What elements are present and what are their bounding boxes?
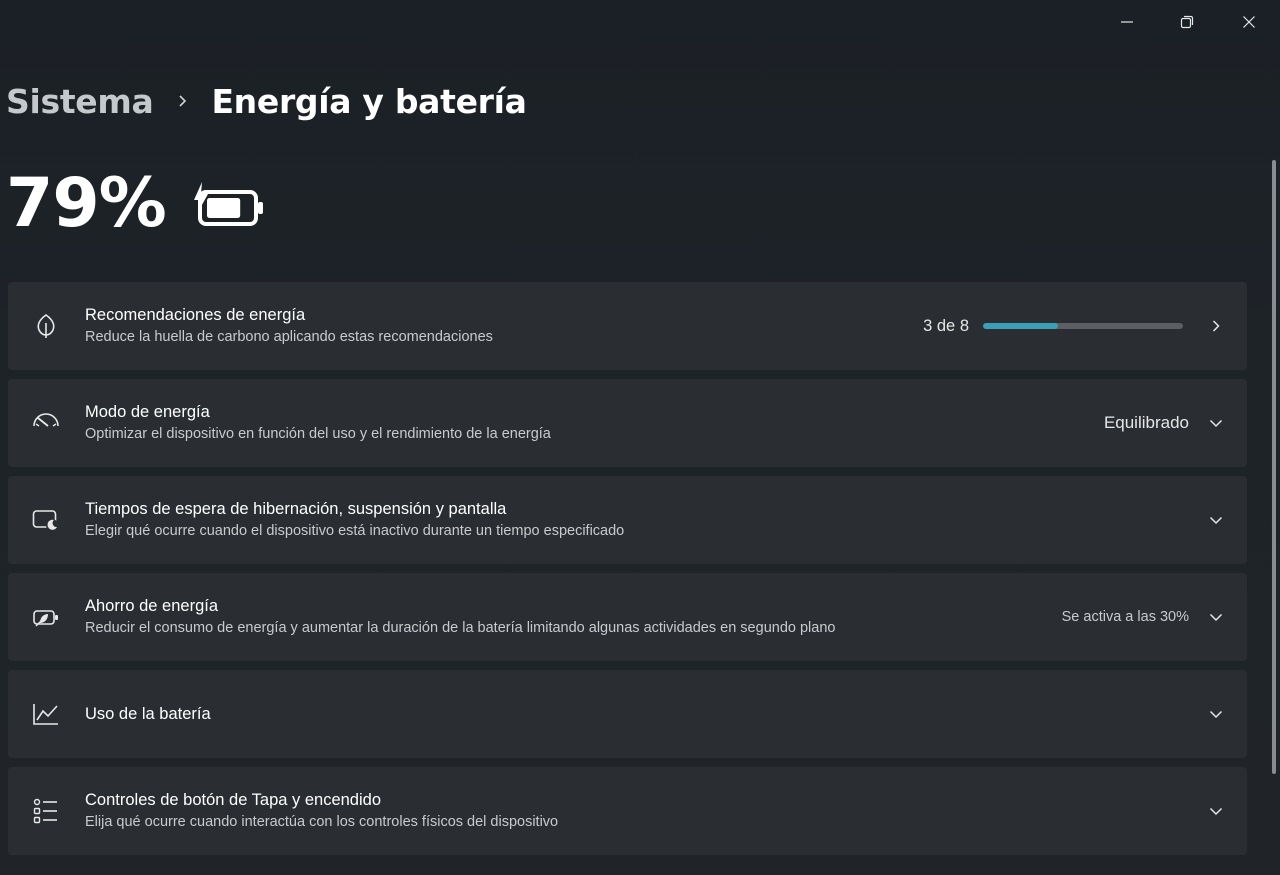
card-right	[1203, 798, 1229, 824]
progress-fill	[983, 323, 1058, 329]
close-icon	[1243, 16, 1255, 28]
card-subtitle: Reduce la huella de carbono aplicando es…	[85, 329, 493, 345]
card-title: Recomendaciones de energía	[85, 306, 306, 324]
sleep-timeouts-card[interactable]: Tiempos de espera de hibernación, suspen…	[8, 476, 1247, 564]
card-text: Tiempos de espera de hibernación, suspen…	[85, 498, 624, 542]
battery-saver-icon	[32, 603, 60, 631]
card-subtitle: Optimizar el dispositivo en función del …	[85, 426, 551, 442]
energy-saver-status: Se activa a las 30%	[1061, 609, 1189, 625]
gauge-icon	[32, 409, 60, 437]
card-title: Ahorro de energía	[85, 597, 219, 615]
card-right: Se activa a las 30%	[1062, 604, 1229, 630]
chevron-right-icon[interactable]	[1203, 313, 1229, 339]
chevron-right-icon	[177, 94, 189, 108]
card-text: Recomendaciones de energía Reduce la hue…	[85, 304, 493, 348]
leaf-icon	[32, 312, 60, 340]
power-mode-card[interactable]: Modo de energía Optimizar el dispositivo…	[8, 379, 1247, 467]
minimize-icon	[1121, 21, 1133, 23]
restore-icon	[1180, 15, 1194, 29]
card-title: Tiempos de espera de hibernación, suspen…	[85, 500, 507, 518]
card-right	[1203, 507, 1229, 533]
restore-button[interactable]	[1156, 0, 1218, 44]
card-title: Controles de botón de Tapa y encendido	[85, 791, 382, 809]
breadcrumb: Sistema Energía y batería	[6, 78, 527, 124]
settings-window: Sistema Energía y batería 79% Recomendac…	[0, 0, 1280, 875]
card-text: Ahorro de energía Reducir el consumo de …	[85, 595, 835, 639]
chevron-down-icon[interactable]	[1203, 798, 1229, 824]
card-subtitle: Reducir el consumo de energía y aumentar…	[85, 620, 836, 636]
card-subtitle: Elija qué ocurre cuando interactúa con l…	[85, 814, 559, 830]
chevron-down-icon[interactable]	[1203, 701, 1229, 727]
card-text: Controles de botón de Tapa y encendido E…	[85, 789, 558, 833]
lid-power-controls-card[interactable]: Controles de botón de Tapa y encendido E…	[8, 767, 1247, 855]
battery-charging-icon	[192, 180, 266, 232]
energy-recommendations-card[interactable]: Recomendaciones de energía Reduce la hue…	[8, 282, 1247, 370]
screen-sleep-icon	[32, 506, 60, 534]
power-mode-value: Equilibrado	[1103, 413, 1189, 432]
settings-list: Recomendaciones de energía Reduce la hue…	[8, 282, 1247, 864]
recommendations-count: 3 de 8	[923, 316, 969, 335]
card-right	[1203, 701, 1229, 727]
power-mode-dropdown[interactable]: Equilibrado	[1104, 410, 1229, 436]
battery-percent: 79%	[6, 164, 167, 243]
close-button[interactable]	[1218, 0, 1280, 44]
battery-summary: 79%	[6, 164, 266, 244]
card-title: Uso de la batería	[85, 705, 211, 723]
chevron-down-icon[interactable]	[1203, 410, 1229, 436]
list-settings-icon	[32, 797, 60, 825]
chart-line-icon	[32, 700, 60, 728]
card-text: Modo de energía Optimizar el dispositivo…	[85, 401, 551, 445]
energy-saver-card[interactable]: Ahorro de energía Reducir el consumo de …	[8, 573, 1247, 661]
page-title: Energía y batería	[211, 81, 527, 121]
chevron-down-icon[interactable]	[1203, 507, 1229, 533]
vertical-scrollbar[interactable]	[1272, 160, 1276, 774]
card-title: Modo de energía	[85, 403, 210, 421]
battery-usage-card[interactable]: Uso de la batería	[8, 670, 1247, 758]
recommendations-progress	[983, 323, 1183, 329]
card-text: Uso de la batería	[85, 703, 211, 725]
breadcrumb-parent-link[interactable]: Sistema	[6, 82, 154, 121]
chevron-down-icon[interactable]	[1203, 604, 1229, 630]
card-subtitle: Elegir qué ocurre cuando el dispositivo …	[85, 523, 625, 539]
card-right: 3 de 8	[923, 313, 1229, 339]
minimize-button[interactable]	[1096, 0, 1158, 44]
